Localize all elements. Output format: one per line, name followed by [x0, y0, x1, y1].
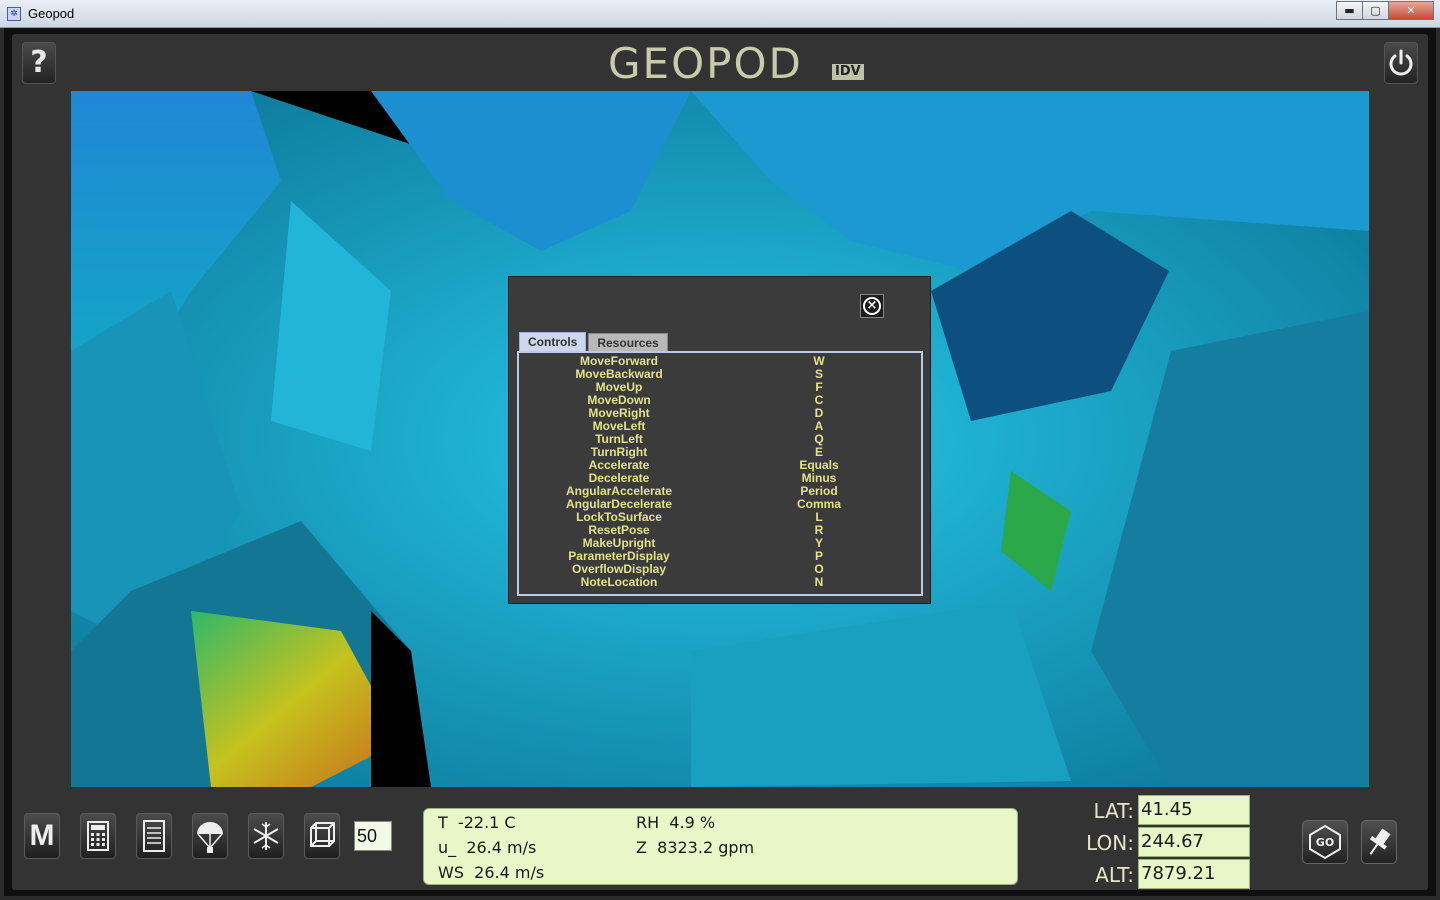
dialog-close-button[interactable]: × [860, 294, 884, 318]
power-button[interactable] [1384, 42, 1418, 84]
calculator-icon [87, 821, 109, 851]
control-row: NoteLocation N [519, 576, 921, 589]
notepad-button[interactable] [136, 813, 172, 859]
app-icon: ✲ [7, 7, 21, 21]
lat-field[interactable]: 41.45 [1138, 795, 1250, 825]
control-row: OverflowDisplay O [519, 563, 921, 576]
control-row: MoveDown C [519, 394, 921, 407]
close-icon: × [863, 297, 881, 315]
lat-label: LAT: [1093, 799, 1135, 823]
minimize-button[interactable]: ▬ [1336, 1, 1363, 20]
humidity-readout: RH 4.9 % [636, 813, 716, 832]
geopotential-readout: Z 8323.2 gpm [636, 838, 755, 857]
temperature-readout: T -22.1 C [438, 813, 516, 832]
help-button[interactable]: ? [22, 42, 56, 84]
control-key: N [814, 575, 824, 589]
go-text: GO [1316, 836, 1334, 849]
control-row: LockToSurface L [519, 511, 921, 524]
window-title: Geopod [28, 6, 75, 21]
go-icon: GO [1309, 824, 1341, 860]
control-action: NoteLocation [580, 575, 658, 589]
parameter-readout: T -22.1 C u_ 26.4 m/s WS 26.4 m/s RH 4.9… [423, 808, 1018, 885]
control-row: MoveLeft A [519, 420, 921, 433]
window-controls: ▬ ▢ ✕ [1336, 1, 1434, 20]
control-row: TurnLeft Q [519, 433, 921, 446]
go-button[interactable]: GO [1302, 820, 1348, 864]
maximize-button[interactable]: ▢ [1362, 1, 1389, 20]
lon-field[interactable]: 244.67 [1138, 827, 1250, 857]
pushpin-icon [1369, 828, 1391, 855]
tab-controls[interactable]: Controls [519, 332, 587, 351]
notepad-icon [143, 820, 165, 852]
power-icon [1389, 49, 1413, 76]
cube-icon [310, 822, 335, 847]
control-row: MoveUp F [519, 381, 921, 394]
m-button[interactable]: M [24, 813, 60, 859]
alt-label: ALT: [1095, 863, 1134, 887]
u-wind-readout: u_ 26.4 m/s [438, 838, 537, 857]
control-row: MoveBackward S [519, 368, 921, 381]
parachute-button[interactable] [192, 813, 228, 859]
lon-label: LON: [1086, 831, 1134, 855]
parachute-icon [197, 822, 223, 853]
dialog-tabs: Controls Resources [519, 332, 670, 352]
control-row: ResetPose R [519, 524, 921, 537]
geopod-logo: GEOPOD [608, 39, 803, 88]
control-row: MoveRight D [519, 407, 921, 420]
tab-resources[interactable]: Resources [588, 333, 668, 352]
step-input[interactable]: 50 [354, 821, 392, 851]
wind-speed-readout: WS 26.4 m/s [438, 863, 545, 882]
control-row: TurnRight E [519, 446, 921, 459]
controls-dialog: × Controls Resources MoveForward W MoveBac… [508, 276, 931, 604]
close-window-button[interactable]: ✕ [1388, 1, 1434, 20]
controls-panel: MoveForward W MoveBackward S MoveUp F MoveDown… [517, 351, 923, 596]
idv-badge: IDV [832, 64, 864, 80]
snowflake-button[interactable] [248, 813, 284, 859]
pin-button[interactable] [1361, 820, 1397, 864]
snowflake-icon [253, 822, 279, 850]
calculator-button[interactable] [80, 813, 116, 859]
window-titlebar: ✲ Geopod ▬ ▢ ✕ [0, 0, 1440, 28]
alt-field[interactable]: 7879.21 [1138, 859, 1250, 889]
control-row: Accelerate Equals [519, 459, 921, 472]
cube-button[interactable] [304, 813, 340, 859]
